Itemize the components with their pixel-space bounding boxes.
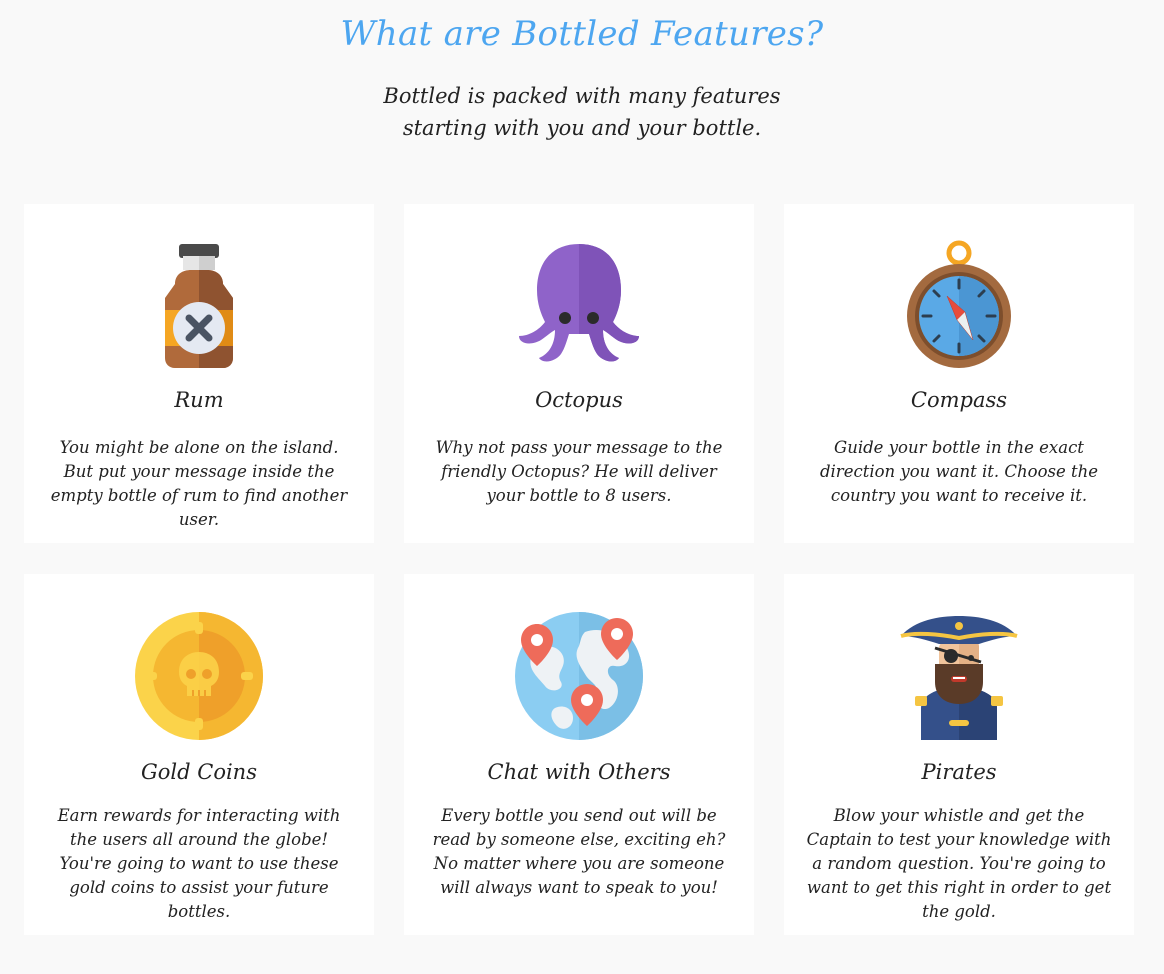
feature-card-pirates: Pirates Blow your whistle and get the Ca… [784,574,1134,935]
feature-card-octopus: Octopus Why not pass your message to the… [404,204,754,543]
feature-description: Blow your whistle and get the Captain to… [806,806,1112,921]
feature-card-chat-with-others: Chat with Others Every bottle you send o… [404,574,754,935]
page-title: What are Bottled Features? [340,14,824,54]
pirate-captain-icon [895,612,1023,740]
feature-card-gold-coins: Gold Coins Earn rewards for interacting … [24,574,374,935]
subtitle-line-2: starting with you and your bottle. [402,116,762,140]
feature-title: Compass [910,388,1008,412]
feature-description: Every bottle you send out will be read b… [432,806,726,897]
page-subtitle: Bottled is packed with many features sta… [382,80,782,144]
globe-pins-icon [515,612,643,740]
feature-title: Gold Coins [141,760,257,784]
feature-card-compass: Compass Guide your bottle in the exact d… [784,204,1134,543]
compass-icon [895,240,1023,368]
feature-description: Earn rewards for interacting with the us… [57,806,341,921]
feature-title: Octopus [535,388,623,412]
gold-coin-icon [135,612,263,740]
feature-description: Why not pass your message to the friendl… [435,438,723,505]
feature-description: Guide your bottle in the exact direction… [819,438,1099,505]
feature-title: Rum [174,388,224,412]
octopus-icon [515,240,643,368]
feature-card-rum: Rum You might be alone on the island. Bu… [24,204,374,543]
feature-title: Chat with Others [487,760,671,784]
subtitle-line-1: Bottled is packed with many features [383,84,781,108]
feature-description: You might be alone on the island. But pu… [50,438,348,529]
feature-title: Pirates [921,760,997,784]
rum-bottle-icon [135,240,263,368]
